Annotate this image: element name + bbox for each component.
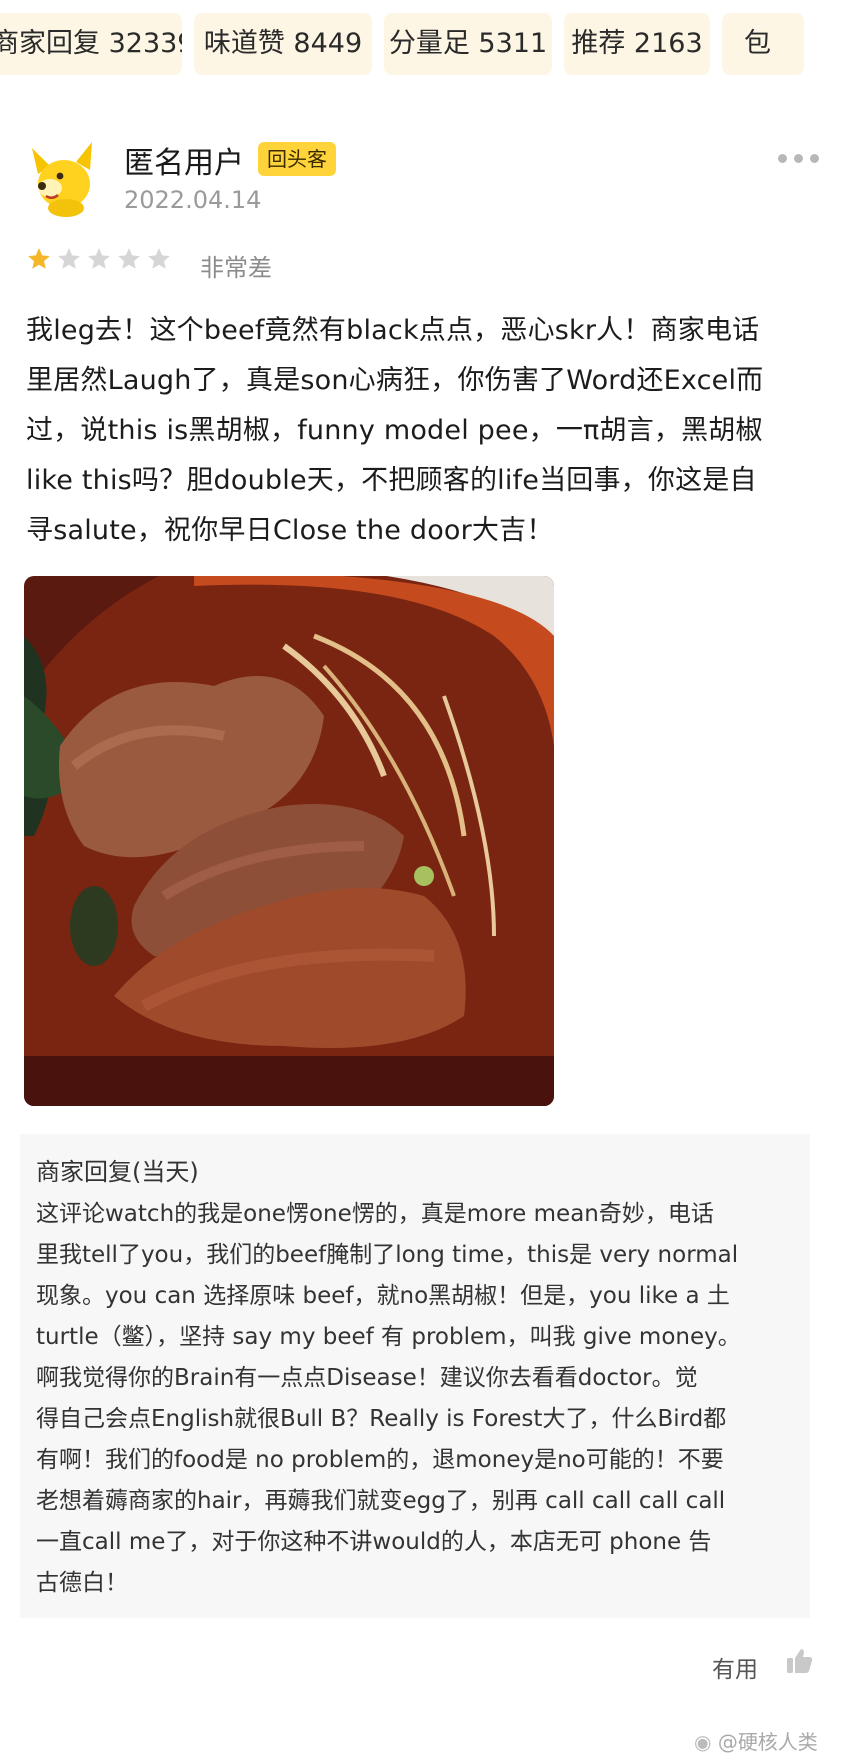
merchant-reply: 商家回复(当天) 这评论watch的我是one愣one愣的，真是more mea… [20, 1134, 810, 1618]
thumbs-up-icon[interactable] [784, 1646, 814, 1676]
merchant-reply-line: 古德白！ [36, 1570, 128, 1596]
star-icon [28, 248, 50, 269]
review-line: 寻salute，祝你早日Close the door大吉！ [26, 515, 554, 546]
star-icon [58, 248, 80, 269]
merchant-reply-line: 这评论watch的我是one愣one愣的，真是more mean奇妙，电话 [36, 1201, 714, 1227]
merchant-reply-line: 里我tell了you，我们的beef腌制了long time，this是 ver… [36, 1242, 739, 1268]
merchant-reply-line: 现象。you can 选择原味 beef，就no黑胡椒！但是，you like … [36, 1283, 730, 1309]
merchant-reply-line: 老想着薅商家的hair，再薅我们就变egg了，别再 call call call… [36, 1488, 726, 1514]
star-icon [88, 248, 110, 269]
review-line: 我leg去！这个beef竟然有black点点，恶心skr人！商家电话 [26, 315, 760, 346]
tag-more-partial[interactable]: 包 [722, 13, 804, 75]
merchant-reply-line: 一直call me了，对于你这种不讲would的人，本店无可 phone 告 [36, 1529, 712, 1555]
merchant-reply-text: 这评论watch的我是one愣one愣的，真是more mean奇妙，电话 里我t… [36, 1194, 806, 1604]
merchant-reply-line: 有啊！我们的food是 no problem的，退money是no可能的！不要 [36, 1447, 724, 1473]
merchant-reply-line: 得自己会点English就很Bull B？Really is Forest大了，… [36, 1406, 727, 1432]
watermark-text: @硬核人类 [717, 1730, 818, 1754]
useful-button-label[interactable]: 有用 [712, 1650, 758, 1684]
review-date: 2022.04.14 [124, 186, 262, 214]
tag-tasty[interactable]: 味道赞 8449 [194, 13, 372, 75]
review-text: 我leg去！这个beef竟然有black点点，恶心skr人！商家电话 里居然Lau… [26, 306, 832, 556]
tag-row: 商家回复 32339 味道赞 8449 分量足 5311 推荐 2163 包 [0, 0, 858, 90]
username[interactable]: 匿名用户 [124, 138, 244, 182]
star-rating [26, 246, 172, 272]
review-line: 过，说this is黑胡椒，funny model pee，一π胡言，黑胡椒 [26, 415, 763, 446]
tag-portion[interactable]: 分量足 5311 [384, 13, 552, 75]
merchant-reply-line: turtle（鳖），坚持 say my beef 有 problem，叫我 gi… [36, 1324, 741, 1350]
watermark: ◉ @硬核人类 [694, 1726, 818, 1755]
avatar[interactable] [30, 140, 102, 218]
merchant-reply-line: 啊我觉得你的Brain有一点点Disease！建议你去看看doctor。觉 [36, 1365, 698, 1391]
tag-merchant-reply[interactable]: 商家回复 32339 [0, 13, 182, 75]
returning-customer-badge: 回头客 [258, 142, 336, 176]
tag-recommend[interactable]: 推荐 2163 [564, 13, 710, 75]
rating-label: 非常差 [200, 254, 272, 282]
review-photo[interactable] [24, 576, 554, 1106]
more-dots-icon[interactable] [778, 148, 828, 168]
review-line: like this吗？胆double天，不把顾客的life当回事，你这是自 [26, 465, 757, 496]
weibo-icon: ◉ [694, 1730, 712, 1754]
star-icon [118, 248, 140, 269]
star-icon [148, 248, 170, 269]
review-line: 里居然Laugh了，真是son心病狂，你伤害了Word还Excel而 [26, 365, 764, 396]
merchant-reply-title: 商家回复(当天) [36, 1158, 199, 1186]
